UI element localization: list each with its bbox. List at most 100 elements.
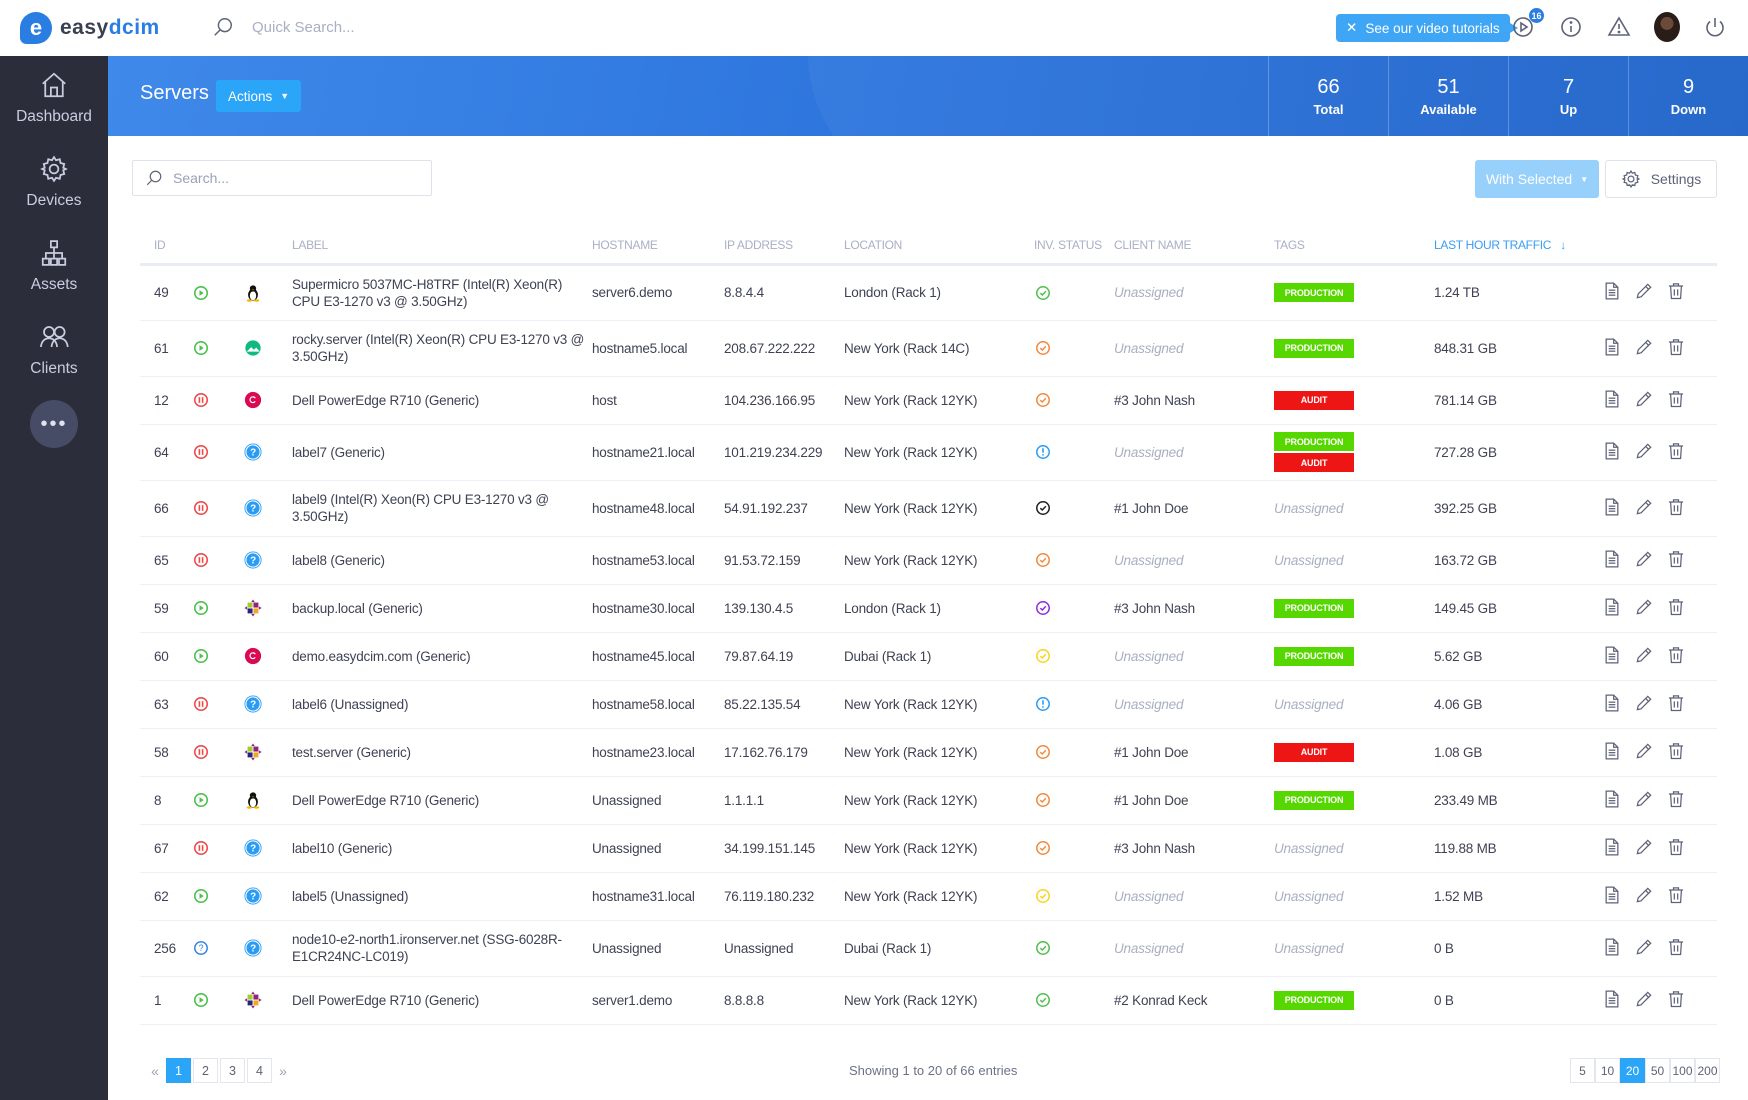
table-row[interactable]: 59 backup.local (Generic) hostname30.loc… — [140, 584, 1717, 633]
power-off-icon[interactable] — [192, 391, 210, 409]
view-details-button[interactable] — [1602, 645, 1622, 668]
edit-button[interactable] — [1634, 441, 1654, 464]
table-row[interactable]: 256 ? ? node10-e2-north1.ironserver.net … — [140, 920, 1717, 977]
page-size-100[interactable]: 100 — [1670, 1058, 1695, 1083]
power-off-icon[interactable] — [192, 443, 210, 461]
tag-badge-production[interactable]: PRODUCTION — [1274, 432, 1354, 451]
delete-button[interactable] — [1666, 281, 1686, 304]
delete-button[interactable] — [1666, 789, 1686, 812]
client-name[interactable]: #1 John Doe — [1114, 776, 1274, 825]
delete-button[interactable] — [1666, 337, 1686, 360]
video-tutorials-button[interactable]: 16 — [1510, 8, 1544, 40]
column-header-inv-status[interactable]: INV. STATUS — [1034, 228, 1114, 266]
logout-button[interactable] — [1702, 14, 1728, 40]
view-details-button[interactable] — [1602, 441, 1622, 464]
table-row[interactable]: 65 ? label8 (Generic) hostname53.local 9… — [140, 536, 1717, 585]
tag-badge-production[interactable]: PRODUCTION — [1274, 990, 1354, 1010]
page-button-4[interactable]: 4 — [247, 1058, 272, 1083]
delete-button[interactable] — [1666, 937, 1686, 960]
tag-badge-production[interactable]: PRODUCTION — [1274, 598, 1354, 618]
view-details-button[interactable] — [1602, 497, 1622, 520]
server-label[interactable]: Dell PowerEdge R710 (Generic) — [292, 976, 592, 1025]
delete-button[interactable] — [1666, 837, 1686, 860]
view-details-button[interactable] — [1602, 885, 1622, 908]
table-row[interactable]: 58 test.server (Generic) hostname23.loca… — [140, 728, 1717, 777]
table-row[interactable]: 64 ? label7 (Generic) hostname21.local 1… — [140, 424, 1717, 481]
edit-button[interactable] — [1634, 281, 1654, 304]
power-off-icon[interactable] — [192, 551, 210, 569]
view-details-button[interactable] — [1602, 989, 1622, 1012]
client-name[interactable]: #3 John Nash — [1114, 376, 1274, 425]
edit-button[interactable] — [1634, 789, 1654, 812]
table-row[interactable]: 1 Dell PowerEdge R710 (Generic) server1.… — [140, 976, 1717, 1025]
edit-button[interactable] — [1634, 549, 1654, 572]
client-name[interactable]: #2 Konrad Keck — [1114, 976, 1274, 1025]
view-details-button[interactable] — [1602, 741, 1622, 764]
settings-button[interactable]: Settings — [1605, 160, 1717, 198]
view-details-button[interactable] — [1602, 389, 1622, 412]
edit-button[interactable] — [1634, 597, 1654, 620]
server-label[interactable]: label7 (Generic) — [292, 424, 592, 481]
edit-button[interactable] — [1634, 741, 1654, 764]
client-name[interactable]: #1 John Doe — [1114, 480, 1274, 537]
table-row[interactable]: 60 demo.easydcim.com (Generic) hostname4… — [140, 632, 1717, 681]
video-tutorials-tooltip[interactable]: ✕ See our video tutorials — [1336, 14, 1518, 42]
table-row[interactable]: 62 ? label5 (Unassigned) hostname31.loca… — [140, 872, 1717, 921]
table-row[interactable]: 66 ? label9 (Intel(R) Xeon(R) CPU E3-127… — [140, 480, 1717, 537]
server-label[interactable]: label9 (Intel(R) Xeon(R) CPU E3-1270 v3 … — [292, 480, 592, 537]
page-size-50[interactable]: 50 — [1645, 1058, 1670, 1083]
tag-badge-audit[interactable]: AUDIT — [1274, 453, 1354, 472]
view-details-button[interactable] — [1602, 789, 1622, 812]
server-label[interactable]: label5 (Unassigned) — [292, 872, 592, 921]
alerts-button[interactable] — [1606, 14, 1632, 40]
view-details-button[interactable] — [1602, 337, 1622, 360]
power-on-icon[interactable] — [192, 791, 210, 809]
stat-total[interactable]: 66 Total — [1268, 56, 1388, 136]
stat-up[interactable]: 7 Up — [1508, 56, 1628, 136]
delete-button[interactable] — [1666, 441, 1686, 464]
column-header-hostname[interactable]: HOSTNAME — [592, 228, 724, 266]
power-off-icon[interactable] — [192, 499, 210, 517]
sidebar-item-clients[interactable]: Clients — [0, 308, 108, 392]
power-on-icon[interactable] — [192, 991, 210, 1009]
delete-button[interactable] — [1666, 389, 1686, 412]
server-label[interactable]: Supermicro 5037MC-H8TRF (Intel(R) Xeon(R… — [292, 264, 592, 321]
table-row[interactable]: 61 rocky.server (Intel(R) Xeon(R) CPU E3… — [140, 320, 1717, 377]
power-on-icon[interactable] — [192, 284, 210, 302]
close-icon[interactable]: ✕ — [1346, 20, 1357, 36]
brand-logo[interactable]: e easydcim — [20, 12, 160, 44]
edit-button[interactable] — [1634, 885, 1654, 908]
server-label[interactable]: test.server (Generic) — [292, 728, 592, 777]
tag-badge-audit[interactable]: AUDIT — [1274, 390, 1354, 410]
server-label[interactable]: Dell PowerEdge R710 (Generic) — [292, 376, 592, 425]
server-label[interactable]: Dell PowerEdge R710 (Generic) — [292, 776, 592, 825]
page-button-3[interactable]: 3 — [220, 1058, 245, 1083]
edit-button[interactable] — [1634, 693, 1654, 716]
power-on-icon[interactable] — [192, 599, 210, 617]
table-search-input[interactable] — [173, 170, 413, 186]
edit-button[interactable] — [1634, 837, 1654, 860]
column-header-tags[interactable]: TAGS — [1274, 228, 1434, 266]
column-header-ip-address[interactable]: IP ADDRESS — [724, 228, 844, 266]
more-menu-button[interactable]: ••• — [30, 400, 78, 448]
tag-badge-production[interactable]: PRODUCTION — [1274, 646, 1354, 666]
power-off-icon[interactable] — [192, 839, 210, 857]
server-label[interactable]: demo.easydcim.com (Generic) — [292, 632, 592, 681]
prev-page-button[interactable]: « — [146, 1058, 164, 1083]
server-label[interactable]: label6 (Unassigned) — [292, 680, 592, 729]
page-size-5[interactable]: 5 — [1570, 1058, 1595, 1083]
column-header-location[interactable]: LOCATION — [844, 228, 1034, 266]
power-on-icon[interactable] — [192, 339, 210, 357]
delete-button[interactable] — [1666, 885, 1686, 908]
next-page-button[interactable]: » — [274, 1058, 292, 1083]
delete-button[interactable] — [1666, 597, 1686, 620]
page-size-200[interactable]: 200 — [1695, 1058, 1720, 1083]
delete-button[interactable] — [1666, 989, 1686, 1012]
delete-button[interactable] — [1666, 497, 1686, 520]
stat-available[interactable]: 51 Available — [1388, 56, 1508, 136]
tag-badge-audit[interactable]: AUDIT — [1274, 742, 1354, 762]
client-name[interactable]: #3 John Nash — [1114, 584, 1274, 633]
column-header-id[interactable]: ID — [140, 228, 192, 266]
sidebar-item-devices[interactable]: Devices — [0, 140, 108, 224]
server-label[interactable]: node10-e2-north1.ironserver.net (SSG-602… — [292, 920, 592, 977]
